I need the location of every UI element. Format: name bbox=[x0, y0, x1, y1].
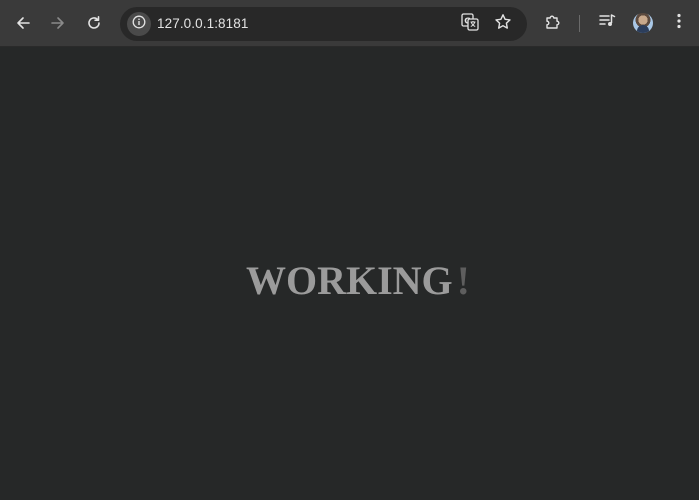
headline-exclamation: ! bbox=[456, 258, 470, 303]
extensions-icon bbox=[544, 12, 562, 35]
toolbar-divider bbox=[579, 15, 580, 32]
media-controls-button[interactable] bbox=[596, 12, 618, 34]
page-content: WORKING! bbox=[0, 47, 699, 500]
headline-word: WORKING bbox=[245, 258, 453, 303]
extensions-button[interactable] bbox=[542, 12, 564, 34]
star-icon bbox=[494, 13, 512, 36]
arrow-left-icon bbox=[15, 15, 31, 31]
browser-toolbar: 127.0.0.1:8181 G bbox=[0, 0, 699, 47]
arrow-right-icon bbox=[50, 15, 66, 31]
reload-icon bbox=[86, 15, 102, 31]
more-menu-icon bbox=[670, 12, 688, 35]
more-menu-button[interactable] bbox=[668, 12, 690, 34]
page-headline: WORKING! bbox=[0, 257, 699, 305]
forward-button[interactable] bbox=[43, 8, 73, 38]
site-info-button[interactable] bbox=[127, 12, 151, 36]
address-bar[interactable]: 127.0.0.1:8181 G bbox=[120, 7, 527, 41]
reload-button[interactable] bbox=[79, 8, 109, 38]
profile-avatar[interactable] bbox=[633, 13, 653, 33]
url-text[interactable]: 127.0.0.1:8181 bbox=[157, 16, 248, 31]
bookmark-button[interactable] bbox=[492, 13, 514, 35]
back-button[interactable] bbox=[8, 8, 38, 38]
media-controls-icon bbox=[598, 12, 616, 35]
translate-icon: G bbox=[461, 12, 479, 36]
info-icon bbox=[132, 15, 146, 34]
translate-button[interactable]: G bbox=[459, 12, 481, 36]
